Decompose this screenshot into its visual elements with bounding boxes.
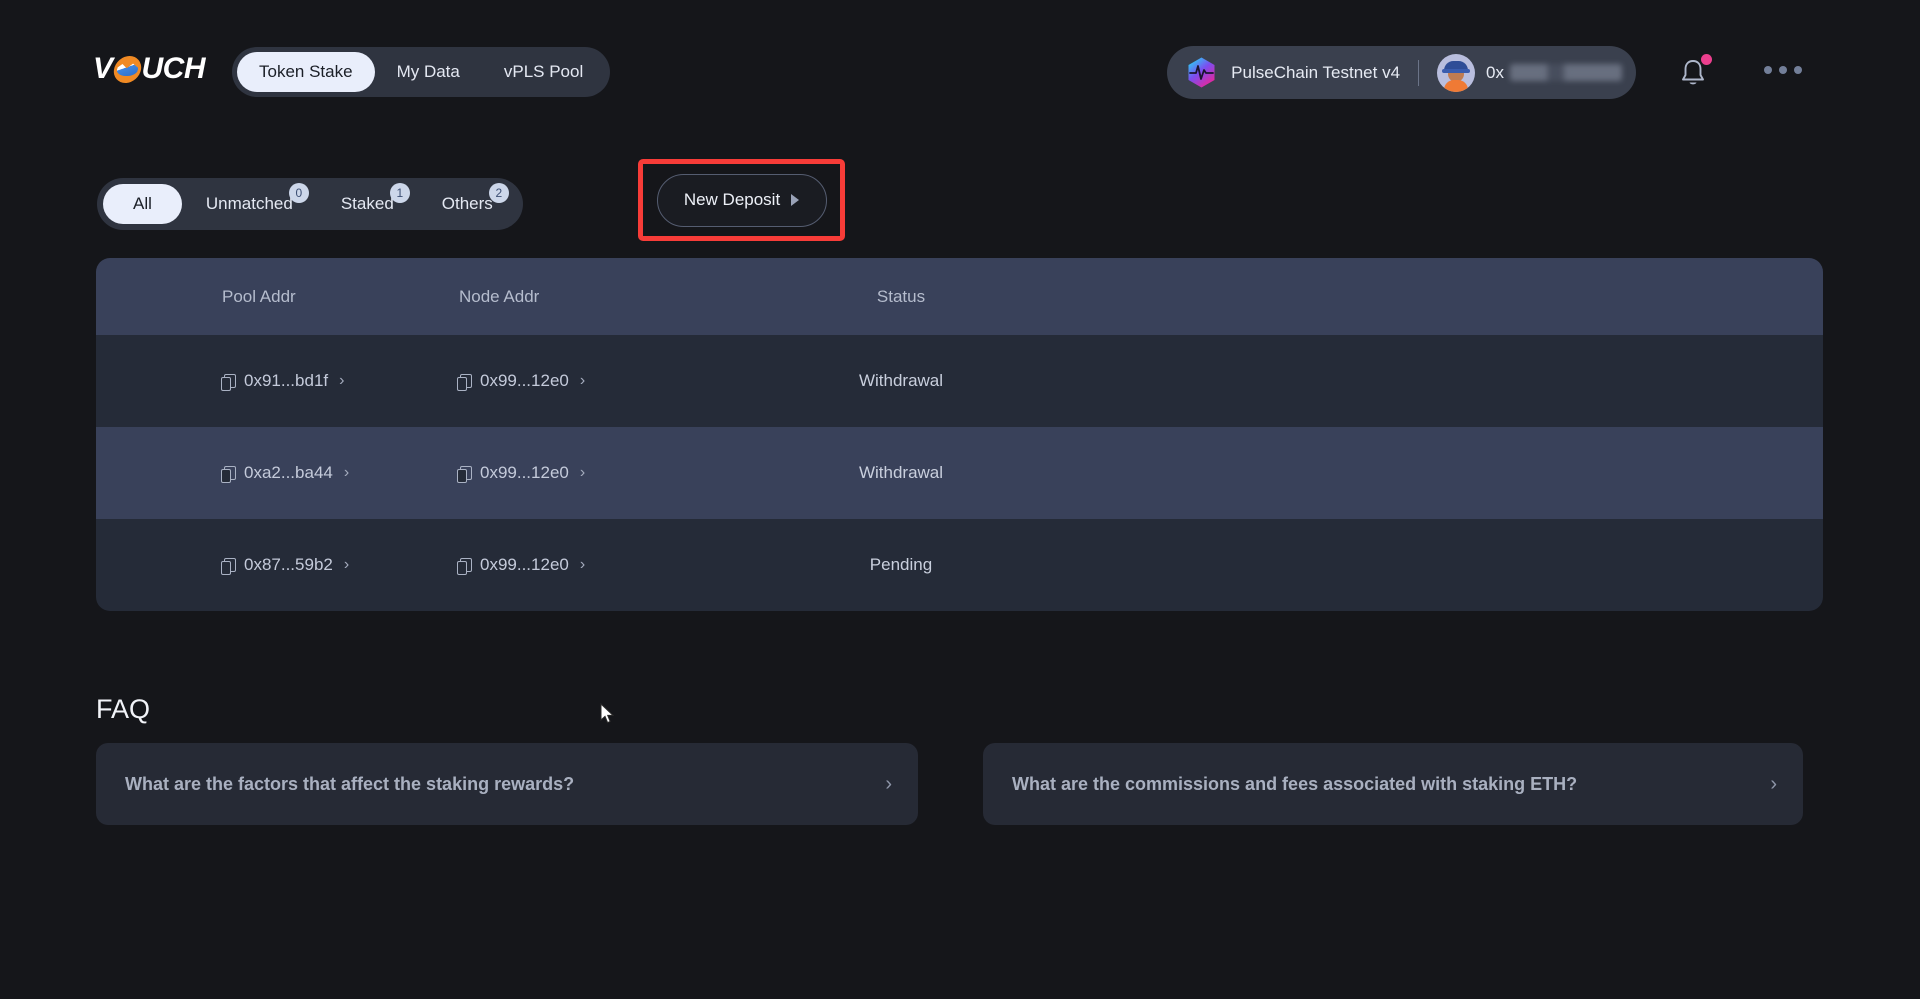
status-value: Withdrawal: [858, 463, 944, 482]
pool-addr-value: 0x87...59b2: [244, 555, 333, 574]
node-addr-link[interactable]: 0x99...12e0 ›: [457, 463, 781, 483]
chevron-right-icon: ›: [885, 772, 892, 795]
filter-tab-others[interactable]: Others 2: [418, 183, 517, 224]
new-deposit-button[interactable]: New Deposit: [656, 173, 827, 227]
node-addr-value: 0x99...12e0: [480, 555, 569, 574]
copy-icon[interactable]: [457, 373, 472, 391]
chain-selector[interactable]: PulseChain Testnet v4: [1185, 56, 1418, 89]
chevron-right-icon: ›: [343, 464, 350, 481]
wallet-address-prefix: 0x: [1486, 62, 1504, 82]
table-header-row: Pool Addr Node Addr Status: [96, 258, 1823, 335]
status-filter-bar: All Unmatched 0 Staked 1 Others 2: [97, 178, 523, 230]
pulsechain-hexagon-icon: [1185, 56, 1218, 89]
copy-icon[interactable]: [457, 465, 472, 483]
status-value: Withdrawal: [858, 371, 944, 390]
brand-logo[interactable]: V UCH: [93, 52, 206, 86]
cell-pool-addr: 0x87...59b2 ›: [96, 555, 441, 575]
cell-pool-addr: 0xa2...ba44 ›: [96, 463, 441, 483]
nav-item-vpls-pool[interactable]: vPLS Pool: [482, 52, 605, 92]
pool-addr-value: 0x91...bd1f: [244, 371, 329, 390]
new-deposit-highlight: New Deposit: [638, 159, 845, 241]
filter-tab-all[interactable]: All: [103, 184, 182, 224]
chevron-right-icon: ›: [339, 372, 345, 389]
filter-tab-label: Others: [441, 194, 493, 213]
faq-heading: FAQ: [96, 694, 151, 724]
cell-status: Withdrawal: [781, 371, 1021, 391]
user-avatar-hardhat-icon: [1437, 53, 1476, 92]
filter-tab-unmatched[interactable]: Unmatched 0: [182, 183, 317, 224]
pool-addr-link[interactable]: 0x87...59b2 ›: [221, 555, 441, 575]
cell-node-addr: 0x99...12e0 ›: [441, 463, 781, 483]
faq-question: What are the factors that affect the sta…: [125, 773, 575, 794]
filter-tab-badge: 1: [389, 183, 410, 203]
table-row[interactable]: 0x87...59b2 › 0x99...12e0 › Pending: [96, 519, 1823, 611]
nav-item-token-stake[interactable]: Token Stake: [237, 52, 375, 92]
deposits-table: Pool Addr Node Addr Status 0x91...bd1f ›…: [96, 258, 1823, 611]
status-value: Pending: [869, 555, 933, 574]
copy-icon[interactable]: [457, 557, 472, 575]
caret-right-icon: [791, 194, 800, 206]
brand-name-part1: V: [93, 52, 113, 85]
filter-tab-label: Staked: [340, 194, 394, 213]
chevron-right-icon: ›: [1770, 772, 1777, 795]
chevron-right-icon: ›: [579, 372, 586, 389]
mouse-cursor: [600, 702, 615, 725]
filter-tab-staked[interactable]: Staked 1: [317, 183, 418, 224]
pool-addr-value: 0xa2...ba44: [244, 463, 333, 482]
cell-status: Pending: [781, 555, 1021, 575]
notification-badge-dot: [1701, 54, 1712, 65]
copy-icon[interactable]: [221, 373, 236, 391]
faq-question: What are the commissions and fees associ…: [1012, 773, 1578, 794]
brand-logo-text: V UCH: [93, 52, 206, 86]
chain-name-label: PulseChain Testnet v4: [1231, 62, 1401, 82]
nav-item-my-data[interactable]: My Data: [375, 52, 482, 92]
node-addr-link[interactable]: 0x99...12e0 ›: [457, 371, 781, 391]
node-addr-link[interactable]: 0x99...12e0 ›: [457, 555, 781, 575]
node-addr-value: 0x99...12e0: [480, 463, 569, 482]
wallet-chain-group: PulseChain Testnet v4 0x: [1167, 46, 1636, 99]
cell-pool-addr: 0x91...bd1f ›: [96, 371, 441, 391]
copy-icon[interactable]: [221, 557, 236, 575]
nav-item-label: vPLS Pool: [503, 62, 584, 81]
copy-icon[interactable]: [221, 465, 236, 483]
cell-status: Withdrawal: [781, 463, 1021, 483]
column-header-status: Status: [876, 286, 926, 306]
nav-item-label: My Data: [396, 62, 460, 81]
pool-addr-link[interactable]: 0x91...bd1f ›: [221, 371, 441, 391]
node-addr-value: 0x99...12e0: [480, 371, 569, 390]
filter-tab-label: Unmatched: [205, 194, 293, 213]
filter-tab-label: All: [133, 194, 152, 213]
app-header: V UCH Token Stake My Data vPLS Pool Puls…: [0, 0, 1920, 118]
cell-node-addr: 0x99...12e0 ›: [441, 371, 781, 391]
main-nav: Token Stake My Data vPLS Pool: [232, 47, 611, 97]
filter-tab-badge: 2: [488, 183, 509, 203]
column-header-pool-addr: Pool Addr: [222, 286, 296, 306]
wallet-address: 0x: [1486, 63, 1622, 83]
new-deposit-label: New Deposit: [683, 190, 781, 209]
chevron-right-icon: ›: [343, 556, 350, 573]
more-horizontal-icon[interactable]: [1764, 66, 1802, 74]
app-root: V UCH Token Stake My Data vPLS Pool Puls…: [0, 0, 1920, 999]
table-row[interactable]: 0xa2...ba44 › 0x99...12e0 › Withdrawal: [96, 427, 1823, 519]
pool-addr-link[interactable]: 0xa2...ba44 ›: [221, 463, 441, 483]
brand-name-part2: UCH: [141, 52, 206, 85]
wallet-account[interactable]: 0x: [1419, 53, 1622, 92]
column-header-node-addr: Node Addr: [459, 286, 540, 306]
faq-item-commissions-fees[interactable]: What are the commissions and fees associ…: [983, 743, 1803, 825]
vouch-wave-logo-icon: [111, 55, 143, 83]
faq-item-staking-rewards[interactable]: What are the factors that affect the sta…: [96, 743, 918, 825]
notification-bell-icon[interactable]: [1678, 54, 1712, 89]
chevron-right-icon: ›: [579, 464, 586, 481]
nav-item-label: Token Stake: [259, 62, 353, 81]
cell-node-addr: 0x99...12e0 ›: [441, 555, 781, 575]
filter-tab-badge: 0: [288, 183, 309, 203]
chevron-right-icon: ›: [579, 556, 586, 573]
table-row[interactable]: 0x91...bd1f › 0x99...12e0 › Withdrawal: [96, 335, 1823, 427]
wallet-address-redacted: [1510, 64, 1622, 81]
